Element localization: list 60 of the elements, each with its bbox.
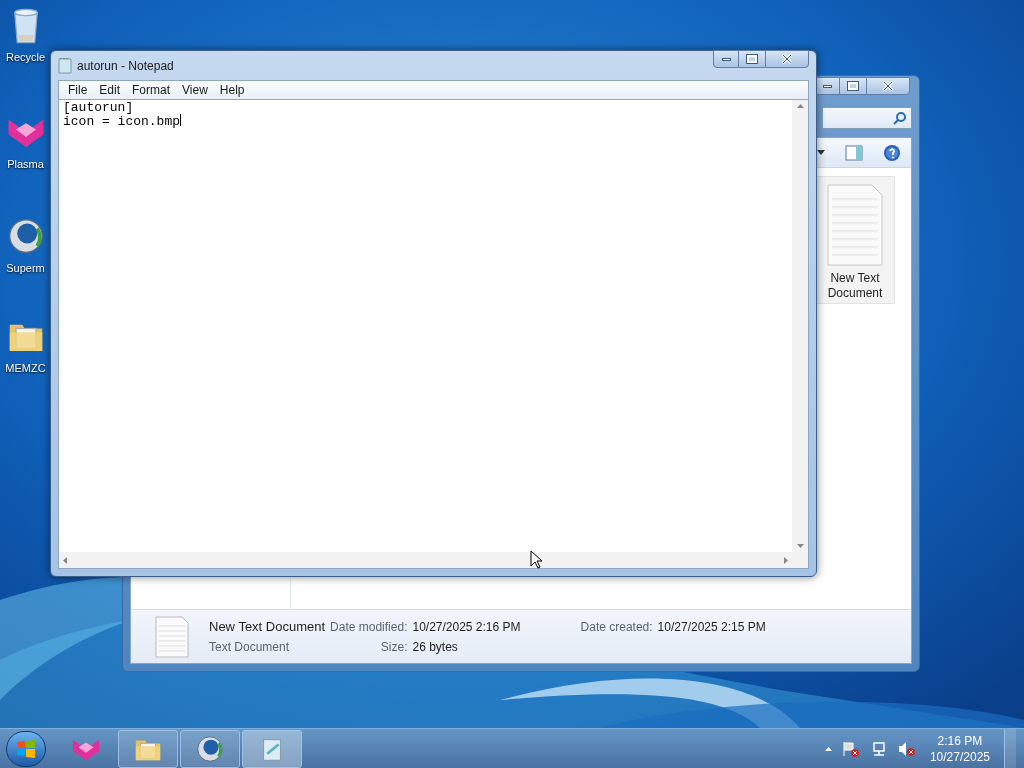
horizontal-scrollbar[interactable] (59, 552, 792, 568)
desktop-shortcut[interactable]: Plasma (2, 112, 49, 173)
menu-item[interactable]: File (63, 81, 93, 99)
desktop-shortcut[interactable]: Superm (2, 216, 49, 277)
show-hidden-icons-arrow-icon[interactable] (824, 746, 832, 751)
clock[interactable]: 2:16 PM 10/27/2025 (925, 732, 994, 765)
muted-speaker-icon[interactable] (897, 740, 916, 757)
file-type: Text Document (209, 639, 291, 657)
file-name: New Text Document (209, 617, 326, 636)
field-value: 26 bytes (412, 639, 459, 657)
menu-item[interactable]: Format (127, 81, 176, 99)
down-arrow-icon[interactable] (796, 544, 804, 548)
taskbar-button[interactable] (242, 729, 302, 768)
maximize-button[interactable] (739, 50, 765, 68)
field-label: Size: (379, 639, 408, 657)
close-button[interactable] (866, 77, 910, 95)
search-field[interactable] (822, 107, 912, 129)
dropdown-arrow-icon[interactable] (817, 150, 825, 155)
globe-eye-icon (195, 733, 225, 764)
shortcut-label: Plasma (7, 157, 44, 172)
start-button[interactable] (6, 730, 46, 767)
left-arrow-icon[interactable] (63, 556, 67, 564)
field-value: 10/27/2025 2:15 PM (657, 618, 766, 636)
shortcut-label: Superm (6, 261, 45, 276)
vertical-scrollbar[interactable] (792, 100, 808, 552)
desktop-shortcut[interactable]: Recycle (2, 5, 49, 66)
flag-error-icon[interactable] (841, 740, 860, 757)
clock-time: 2:16 PM (937, 732, 983, 749)
up-arrow-icon[interactable] (796, 104, 804, 108)
minimize-button[interactable] (713, 50, 739, 68)
text-line: [autorun] (63, 101, 134, 114)
desktop-shortcut[interactable]: MEMZC (2, 316, 49, 377)
windows-logo-icon (16, 739, 36, 758)
preview-pane-icon[interactable] (845, 144, 863, 161)
taskbar-button[interactable] (180, 729, 240, 768)
close-icon (781, 54, 793, 64)
text-line: icon = icon.bmp (63, 114, 182, 128)
right-arrow-icon[interactable] (784, 556, 788, 564)
document-tile[interactable]: New Text Document (815, 176, 895, 304)
text-file-icon (155, 615, 189, 658)
window-title: autorun - Notepad (77, 57, 174, 75)
text-file-icon (826, 183, 884, 267)
notepad-icon (58, 57, 72, 74)
show-desktop-button[interactable] (1004, 728, 1016, 768)
search-icon (893, 111, 907, 125)
menu-item[interactable]: Edit (94, 81, 126, 99)
field-value: 10/27/2025 2:16 PM (412, 618, 521, 636)
menu-item[interactable]: View (177, 81, 213, 99)
shortcut-label: MEMZC (5, 361, 46, 376)
close-button[interactable] (765, 50, 809, 68)
file-name: New Text Document (826, 271, 884, 301)
shortcut-label: Recycle (5, 50, 46, 65)
help-icon[interactable] (883, 143, 901, 162)
close-icon (882, 81, 894, 91)
maximize-button[interactable] (840, 77, 866, 95)
clock-date: 10/27/2025 (929, 748, 990, 765)
field-label: Date modified: (330, 618, 408, 636)
field-label: Date created: (580, 618, 653, 636)
taskbar-button[interactable] (118, 729, 178, 768)
menu-item[interactable]: Help (214, 81, 250, 99)
